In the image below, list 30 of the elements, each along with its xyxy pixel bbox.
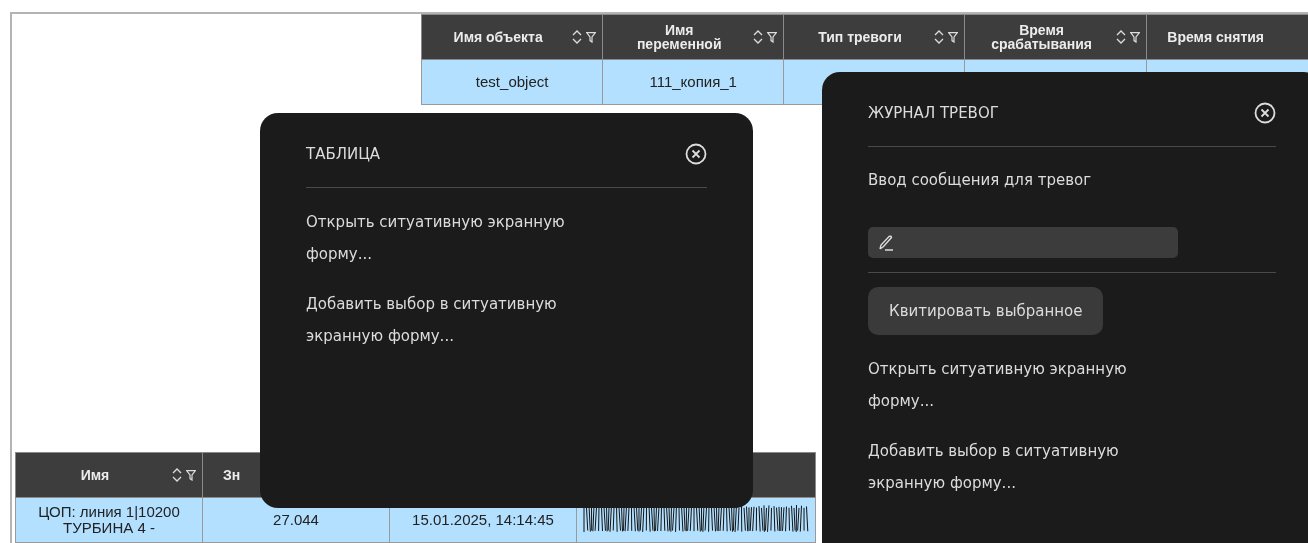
table-cell: 111_копия_1 <box>602 59 784 105</box>
menu-title: ТАБЛИЦА <box>306 145 381 163</box>
column-header[interactable]: Имя <box>15 452 203 498</box>
menu-title: ЖУРНАЛ ТРЕВОГ <box>868 104 999 122</box>
menu-item[interactable]: Открыть ситуативную экранную форму... <box>868 353 1127 417</box>
acknowledge-button[interactable]: Квитировать выбранное <box>868 287 1104 335</box>
filter-icon[interactable] <box>1130 31 1141 43</box>
field-label: Ввод сообщения для тревог <box>868 171 1092 189</box>
filter-icon[interactable] <box>947 31 958 43</box>
column-header[interactable]: Имя объекта <box>421 14 603 60</box>
column-header[interactable]: Тип тревоги <box>783 14 965 60</box>
table-cell: test_object <box>421 59 603 105</box>
menu-item[interactable]: Открыть ситуативную экранную форму... <box>306 206 565 270</box>
close-icon[interactable] <box>685 143 707 165</box>
column-header[interactable]: Время снятия <box>1146 14 1308 60</box>
table-cell: ЦОП: линия 1|10200 ТУРБИНА 4 - <box>15 497 203 543</box>
column-header[interactable]: Имя переменной <box>602 14 784 60</box>
message-field[interactable] <box>868 227 1178 258</box>
sort-icon[interactable] <box>172 467 182 483</box>
filter-icon[interactable] <box>586 31 597 43</box>
close-icon[interactable] <box>1254 102 1276 124</box>
sort-icon[interactable] <box>1116 29 1127 45</box>
column-header[interactable]: Время срабатывания <box>964 14 1147 60</box>
sort-icon[interactable] <box>753 29 764 45</box>
menu-item[interactable]: Добавить выбор в ситуативную экранную форму... <box>306 288 557 352</box>
sort-icon[interactable] <box>933 29 944 45</box>
menu-item[interactable]: Добавить выбор в ситуативную экранную форму... <box>868 435 1119 499</box>
filter-icon[interactable] <box>767 31 778 43</box>
sort-icon[interactable] <box>572 29 583 45</box>
filter-icon[interactable] <box>186 469 196 481</box>
